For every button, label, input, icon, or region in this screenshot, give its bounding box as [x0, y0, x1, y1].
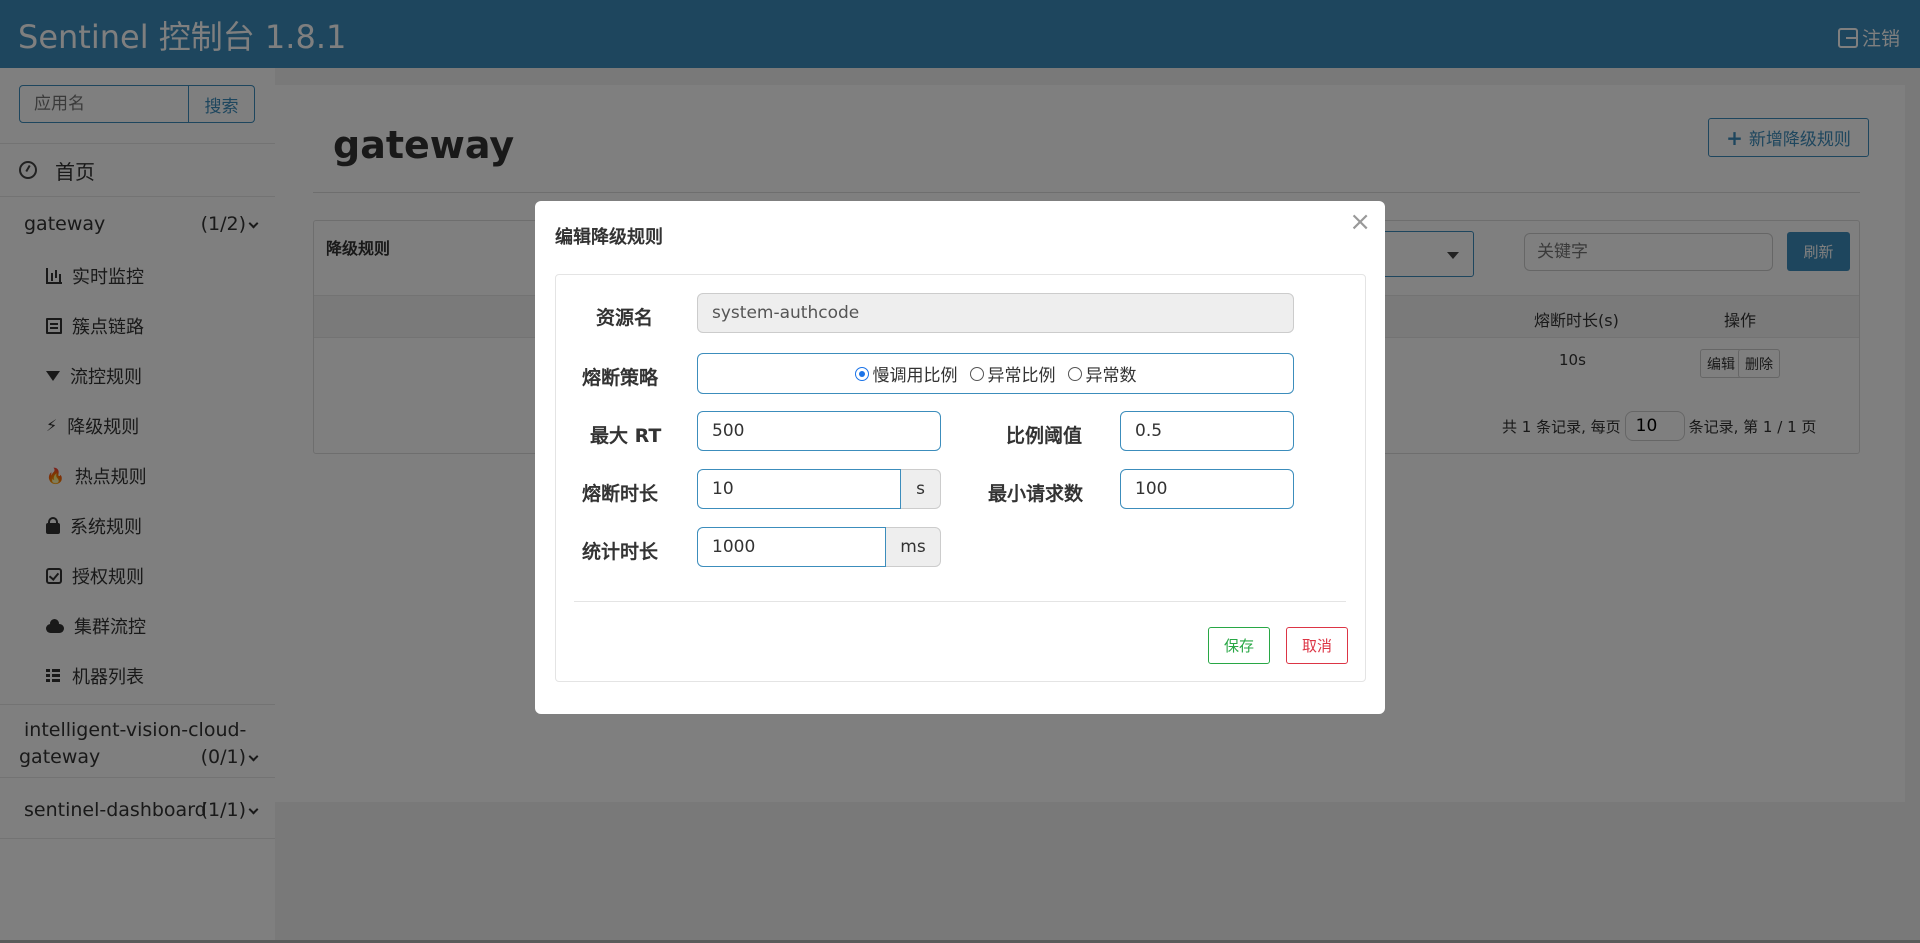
duration-unit: s — [901, 469, 941, 509]
dialog-form: 资源名 system-authcode 熔断策略 慢调用比例 异常比例 异常数 … — [555, 274, 1366, 682]
save-button[interactable]: 保存 — [1208, 627, 1270, 664]
stat-interval-label: 统计时长 — [582, 541, 659, 563]
min-request-label: 最小请求数 — [988, 483, 1084, 505]
min-request-input[interactable]: 100 — [1120, 469, 1294, 509]
resource-label: 资源名 — [596, 307, 654, 329]
strategy-option-slow-ratio[interactable]: 慢调用比例 — [854, 361, 958, 386]
stat-interval-input[interactable]: 1000 — [697, 527, 886, 567]
edit-degrade-rule-dialog: 编辑降级规则 × 资源名 system-authcode 熔断策略 慢调用比例 … — [535, 201, 1385, 714]
ratio-label: 比例阈值 — [1006, 425, 1083, 447]
resource-field: system-authcode — [697, 293, 1294, 333]
radio-unchecked-icon — [1067, 366, 1082, 381]
option-label: 慢调用比例 — [872, 366, 958, 386]
strategy-radio-group: 慢调用比例 异常比例 异常数 — [697, 353, 1294, 394]
max-rt-input[interactable]: 500 — [697, 411, 941, 451]
close-icon[interactable]: × — [1349, 207, 1371, 237]
strategy-option-error-count[interactable]: 异常数 — [1067, 361, 1137, 386]
radio-checked-icon — [854, 366, 869, 381]
strategy-label: 熔断策略 — [582, 367, 659, 389]
cancel-button[interactable]: 取消 — [1286, 627, 1348, 664]
option-label: 异常比例 — [987, 366, 1056, 386]
option-label: 异常数 — [1085, 366, 1137, 386]
radio-unchecked-icon — [969, 366, 984, 381]
divider — [574, 601, 1346, 602]
ratio-input[interactable]: 0.5 — [1120, 411, 1294, 451]
max-rt-label: 最大 RT — [590, 425, 662, 447]
duration-input[interactable]: 10 — [697, 469, 901, 509]
strategy-option-error-ratio[interactable]: 异常比例 — [969, 361, 1056, 386]
dialog-title: 编辑降级规则 — [555, 227, 663, 248]
duration-label: 熔断时长 — [582, 483, 659, 505]
stat-interval-unit: ms — [886, 527, 941, 567]
